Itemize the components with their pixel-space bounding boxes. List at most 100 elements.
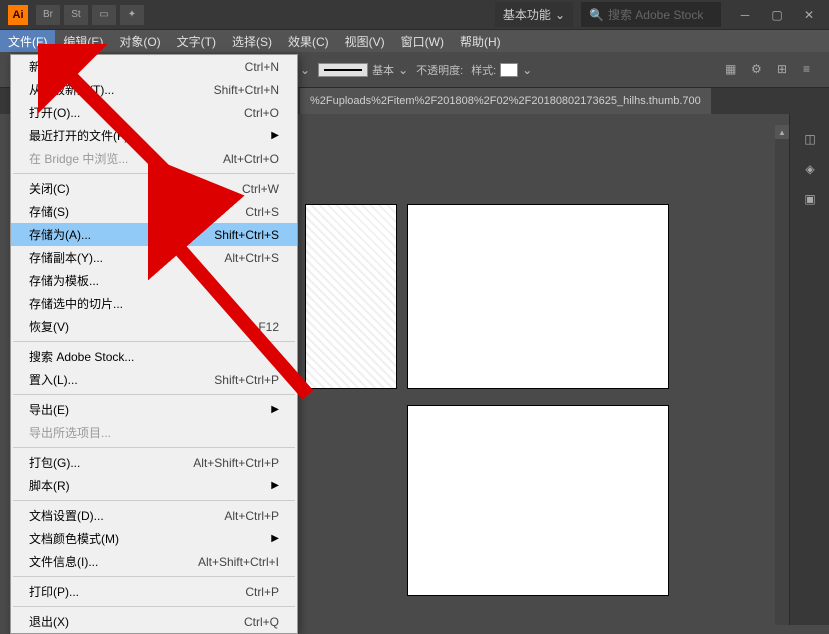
layers-icon[interactable]: ◈ — [790, 154, 829, 184]
menu-separator — [13, 447, 295, 448]
menu-item-shortcut: F12 — [258, 320, 279, 334]
menu-item-label: 在 Bridge 中浏览... — [29, 150, 223, 167]
bridge-button[interactable]: Br — [36, 5, 60, 25]
menu-type[interactable]: 文字(T) — [169, 30, 224, 52]
scroll-up-arrow[interactable]: ▲ — [775, 125, 789, 139]
menu-window[interactable]: 窗口(W) — [393, 30, 452, 52]
menu-item-最近打开的文件[interactable]: 最近打开的文件(F)▶ — [11, 124, 297, 147]
menu-item-导出[interactable]: 导出(E)▶ — [11, 398, 297, 421]
stock-search-input[interactable]: 🔍 搜索 Adobe Stock — [581, 2, 721, 27]
chevron-down-icon[interactable]: ⌄ — [398, 63, 408, 77]
libraries-icon[interactable]: ◫ — [790, 124, 829, 154]
menu-item-shortcut: Shift+Ctrl+S — [214, 228, 279, 242]
artboard-3[interactable] — [407, 405, 669, 596]
style-label: 基本 — [372, 62, 394, 78]
more-icon[interactable]: ≡ — [803, 62, 819, 78]
menu-item-label: 文件信息(I)... — [29, 553, 198, 570]
chevron-down-icon: ⌄ — [555, 8, 565, 22]
menu-item-从模板新建[interactable]: 从模板新建(T)...Shift+Ctrl+N — [11, 78, 297, 101]
menu-separator — [13, 394, 295, 395]
menu-item-shortcut: Ctrl+P — [245, 585, 279, 599]
menu-item-恢复[interactable]: 恢复(V)F12 — [11, 315, 297, 338]
close-button[interactable]: ✕ — [797, 6, 821, 24]
menu-item-label: 关闭(C) — [29, 180, 242, 197]
menu-item-置入[interactable]: 置入(L)...Shift+Ctrl+P — [11, 368, 297, 391]
menu-item-label: 打印(P)... — [29, 583, 245, 600]
menu-item-label: 存储副本(Y)... — [29, 249, 224, 266]
gpu-button[interactable]: ✦ — [120, 5, 144, 25]
search-placeholder: 搜索 Adobe Stock — [608, 6, 703, 23]
stroke-preview[interactable] — [318, 63, 368, 77]
artboards-icon[interactable]: ▣ — [790, 184, 829, 214]
menu-view[interactable]: 视图(V) — [337, 30, 393, 52]
preferences-icon[interactable]: ⚙ — [751, 62, 767, 78]
menu-item-关闭[interactable]: 关闭(C)Ctrl+W — [11, 177, 297, 200]
artboard-2[interactable] — [407, 204, 669, 389]
file-menu-dropdown: 新建(N)...Ctrl+N从模板新建(T)...Shift+Ctrl+N打开(… — [10, 54, 298, 634]
menu-item-shortcut: Ctrl+Q — [244, 615, 279, 629]
titlebar: Ai Br St ▭ ✦ 基本功能 ⌄ 🔍 搜索 Adobe Stock ─ ▢… — [0, 0, 829, 30]
artboard-1[interactable] — [305, 204, 397, 389]
minimize-button[interactable]: ─ — [733, 6, 757, 24]
menu-item-打包[interactable]: 打包(G)...Alt+Shift+Ctrl+P — [11, 451, 297, 474]
menu-item-label: 最近打开的文件(F) — [29, 127, 271, 144]
menu-item-打印[interactable]: 打印(P)...Ctrl+P — [11, 580, 297, 603]
menu-separator — [13, 576, 295, 577]
menu-item-在 Bridge 中浏览: 在 Bridge 中浏览...Alt+Ctrl+O — [11, 147, 297, 170]
menu-item-label: 脚本(R) — [29, 477, 271, 494]
menu-item-shortcut: Alt+Ctrl+S — [224, 251, 279, 265]
search-icon: 🔍 — [589, 8, 604, 22]
menu-item-脚本[interactable]: 脚本(R)▶ — [11, 474, 297, 497]
menu-item-label: 打开(O)... — [29, 104, 244, 121]
menu-item-文件信息[interactable]: 文件信息(I)...Alt+Shift+Ctrl+I — [11, 550, 297, 573]
menu-effect[interactable]: 效果(C) — [280, 30, 337, 52]
document-tab[interactable]: %2Fuploads%2Fitem%2F201808%2F02%2F201808… — [300, 88, 711, 114]
menu-item-shortcut: Ctrl+S — [245, 205, 279, 219]
menu-item-存储为[interactable]: 存储为(A)...Shift+Ctrl+S — [11, 223, 297, 246]
menu-item-shortcut: Alt+Shift+Ctrl+I — [198, 555, 279, 569]
submenu-arrow-icon: ▶ — [271, 130, 279, 141]
menu-item-label: 打包(G)... — [29, 454, 193, 471]
chevron-down-icon[interactable]: ⌄ — [300, 63, 310, 77]
menu-item-label: 存储(S) — [29, 203, 245, 220]
menu-item-文档颜色模式[interactable]: 文档颜色模式(M)▶ — [11, 527, 297, 550]
menu-item-label: 存储选中的切片... — [29, 295, 279, 312]
menu-item-文档设置[interactable]: 文档设置(D)...Alt+Ctrl+P — [11, 504, 297, 527]
menu-select[interactable]: 选择(S) — [224, 30, 280, 52]
maximize-button[interactable]: ▢ — [765, 6, 789, 24]
stock-button[interactable]: St — [64, 5, 88, 25]
menu-item-存储副本[interactable]: 存储副本(Y)...Alt+Ctrl+S — [11, 246, 297, 269]
style-swatch[interactable] — [500, 63, 518, 77]
menu-item-shortcut: Shift+Ctrl+N — [214, 83, 279, 97]
menu-item-存储为模板[interactable]: 存储为模板... — [11, 269, 297, 292]
menu-item-打开[interactable]: 打开(O)...Ctrl+O — [11, 101, 297, 124]
menu-edit[interactable]: 编辑(E) — [55, 30, 111, 52]
workspace-label: 基本功能 — [503, 6, 551, 23]
menu-item-shortcut: Shift+Ctrl+P — [214, 373, 279, 387]
chevron-down-icon[interactable]: ⌄ — [522, 63, 532, 77]
menu-item-shortcut: Alt+Ctrl+P — [224, 509, 279, 523]
arrange-button[interactable]: ▭ — [92, 5, 116, 25]
menu-item-label: 退出(X) — [29, 613, 244, 630]
document-setup-icon[interactable]: ▦ — [725, 62, 741, 78]
menu-item-label: 导出(E) — [29, 401, 271, 418]
menu-item-shortcut: Ctrl+W — [242, 182, 279, 196]
menu-item-label: 文档颜色模式(M) — [29, 530, 271, 547]
menu-item-shortcut: Ctrl+O — [244, 106, 279, 120]
menu-item-搜索 Adobe Stock[interactable]: 搜索 Adobe Stock... — [11, 345, 297, 368]
graphic-style-label: 样式: — [471, 62, 496, 78]
menu-separator — [13, 173, 295, 174]
menu-item-存储选中的切片[interactable]: 存储选中的切片... — [11, 292, 297, 315]
menubar: 文件(F) 编辑(E) 对象(O) 文字(T) 选择(S) 效果(C) 视图(V… — [0, 30, 829, 52]
menu-item-退出[interactable]: 退出(X)Ctrl+Q — [11, 610, 297, 633]
vertical-scrollbar[interactable]: ▲ — [775, 125, 789, 625]
menu-item-label: 导出所选项目... — [29, 424, 279, 441]
align-icon[interactable]: ⊞ — [777, 62, 793, 78]
menu-file[interactable]: 文件(F) — [0, 30, 55, 52]
menu-item-存储[interactable]: 存储(S)Ctrl+S — [11, 200, 297, 223]
menu-item-新建[interactable]: 新建(N)...Ctrl+N — [11, 55, 297, 78]
menu-object[interactable]: 对象(O) — [111, 30, 168, 52]
app-logo: Ai — [8, 5, 28, 25]
menu-help[interactable]: 帮助(H) — [452, 30, 509, 52]
workspace-dropdown[interactable]: 基本功能 ⌄ — [495, 2, 573, 27]
